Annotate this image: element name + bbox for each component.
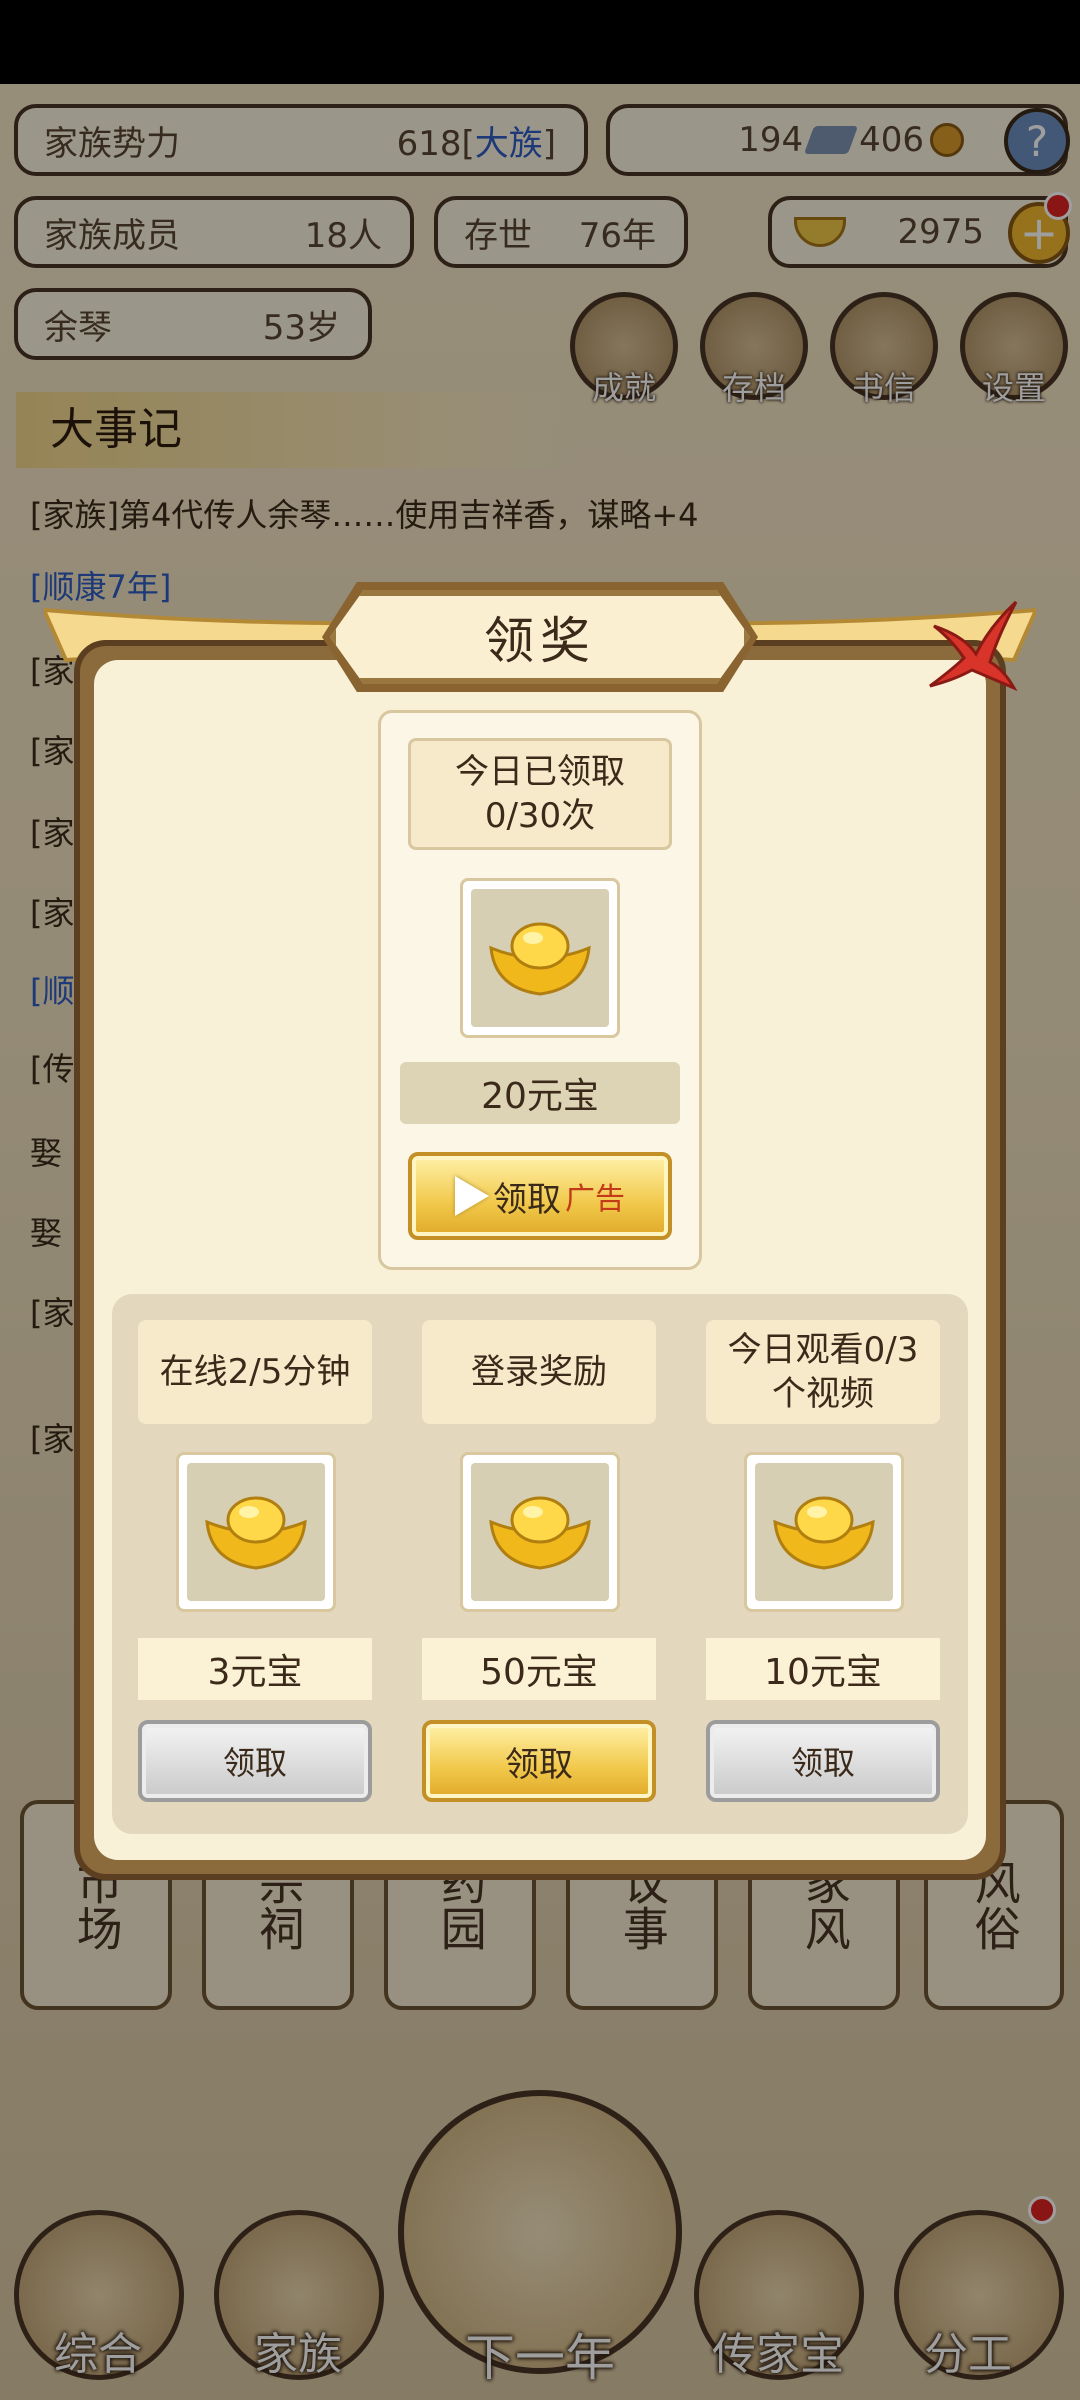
item-slot	[471, 1463, 609, 1601]
login-claim-button[interactable]: 领取	[422, 1720, 656, 1802]
ad-claim-label: 领取	[493, 1179, 561, 1220]
login-reward-amount: 50元宝	[422, 1638, 656, 1700]
ad-reward-item	[460, 878, 620, 1038]
ad-claim-status: 今日已领取 0/30次	[408, 738, 672, 850]
dialog-title: 领奖	[330, 590, 750, 684]
ad-tag: 广告	[565, 1182, 625, 1217]
video-reward-item	[744, 1452, 904, 1612]
ad-reward-amount: 20元宝	[400, 1062, 680, 1124]
online-reward-amount: 3元宝	[138, 1638, 372, 1700]
play-icon	[455, 1176, 489, 1216]
ad-claim-button[interactable]: 领取 广告	[408, 1152, 672, 1240]
video-claim-button[interactable]: 领取	[706, 1720, 940, 1802]
item-slot	[471, 889, 609, 1027]
item-slot	[755, 1463, 893, 1601]
gold-ingot-icon	[205, 1496, 307, 1570]
gold-ingot-icon	[489, 922, 591, 996]
login-reward-label: 登录奖励	[422, 1320, 656, 1424]
game-screen: 家族势力 618[大族] 194 406 ? 家族成员 18人 存世 76年 2…	[0, 0, 1080, 2400]
gold-ingot-icon	[773, 1496, 875, 1570]
item-slot	[187, 1463, 325, 1601]
login-reward-item	[460, 1452, 620, 1612]
online-claim-button[interactable]: 领取	[138, 1720, 372, 1802]
online-reward-item	[176, 1452, 336, 1612]
video-reward-label-line1: 今日观看0/3	[727, 1329, 919, 1370]
ad-claim-status-line2: 0/30次	[484, 796, 596, 836]
status-bar	[0, 0, 1080, 84]
gold-ingot-icon	[489, 1496, 591, 1570]
close-icon[interactable]	[924, 596, 1020, 692]
video-reward-label-line2: 个视频	[772, 1374, 874, 1414]
ad-claim-status-line1: 今日已领取	[455, 751, 625, 792]
video-reward-amount: 10元宝	[706, 1638, 940, 1700]
video-reward-label: 今日观看0/3 个视频	[706, 1320, 940, 1424]
online-reward-label: 在线2/5分钟	[138, 1320, 372, 1424]
